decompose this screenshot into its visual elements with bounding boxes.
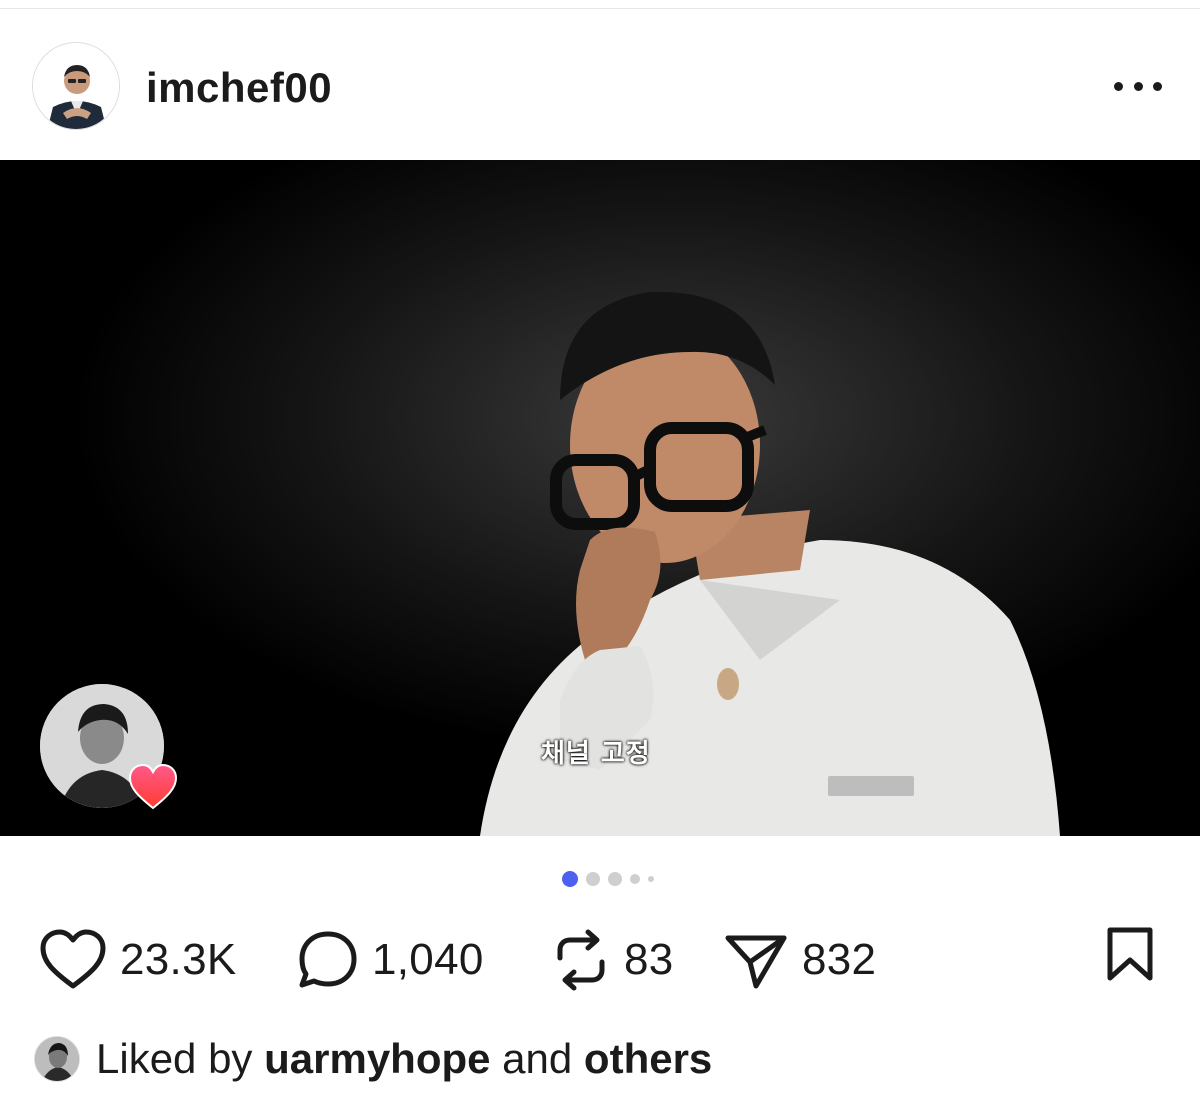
like-button[interactable]: 23.3K [38,920,236,1000]
liked-by-connector: and [502,1035,573,1082]
username[interactable]: imchef00 [146,64,332,112]
repost-count: 83 [624,935,674,984]
post-header: imchef00 [0,12,1200,160]
comment-button[interactable]: 1,040 [296,920,484,1000]
liked-by-text: Liked by uarmyhope and others [96,1035,712,1083]
liked-by-others[interactable]: others [584,1035,712,1082]
liked-by-avatar[interactable] [34,1036,80,1082]
comment-count: 1,040 [372,935,484,984]
top-divider [0,8,1200,9]
repost-icon [557,929,605,991]
comment-bubble-icon [299,931,357,988]
like-count: 23.3K [120,935,237,984]
liked-by-row: Liked by uarmyhope and others [34,1034,712,1084]
carousel-dot[interactable] [608,872,622,886]
heart-reaction-icon [128,764,178,810]
post-media[interactable]: 채널 고정 [0,160,1200,836]
profile-avatar[interactable] [32,42,120,130]
liked-by-username[interactable]: uarmyhope [264,1035,490,1082]
bookmark-icon[interactable] [1104,926,1156,982]
more-options-icon[interactable] [1114,74,1162,98]
heart-icon [40,929,106,989]
post-actions: 23.3K 1,040 83 832 [0,920,1200,1000]
video-subtitle: 채널 고정 [541,739,651,769]
carousel-dot[interactable] [648,876,654,882]
carousel-dot[interactable] [630,874,640,884]
carousel-indicator [562,870,654,888]
share-button[interactable]: 832 [722,920,876,1000]
carousel-dot[interactable] [586,872,600,886]
carousel-dot-active[interactable] [562,871,578,887]
liked-by-prefix: Liked by [96,1035,253,1082]
repost-button[interactable]: 83 [550,920,674,1000]
share-count: 832 [802,935,877,984]
paper-plane-icon [725,935,787,989]
